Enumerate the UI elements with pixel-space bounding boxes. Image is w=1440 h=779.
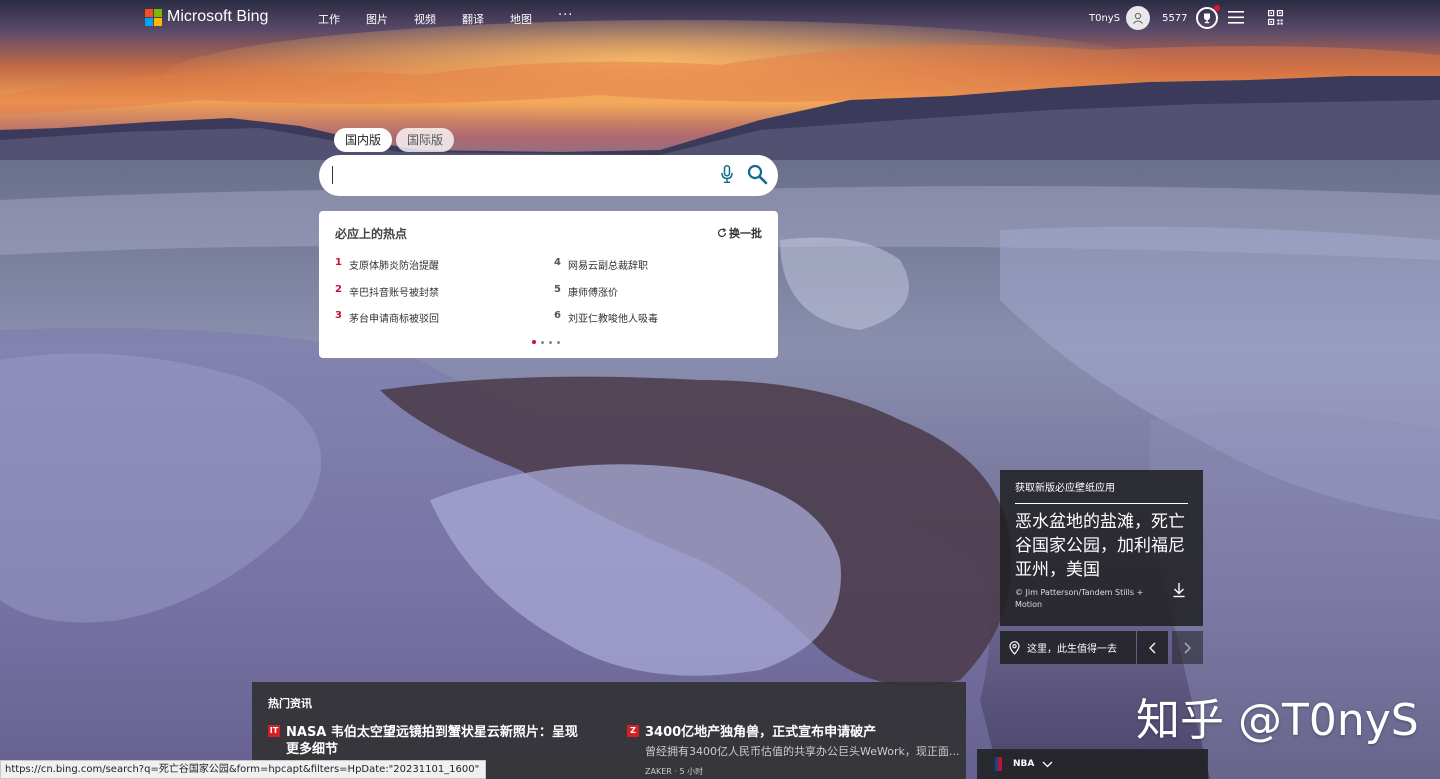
zhihu-watermark: 知乎 @T0nyS	[1136, 695, 1419, 746]
news-card[interactable]: IT NASA 韦伯太空望远镜拍到蟹状星云新照片：呈现更多细节	[268, 724, 588, 758]
chevron-left-icon	[1149, 642, 1156, 653]
search-icon[interactable]	[747, 164, 768, 185]
logo-square-yellow	[154, 17, 162, 26]
tab-domestic[interactable]: 国内版	[334, 128, 393, 152]
page-dot-1[interactable]	[532, 340, 536, 344]
top-nav: 工作 图片 视频 翻译 地图 ···	[318, 8, 573, 27]
hot-topic-text: 支原体肺炎防治提醒	[349, 261, 439, 272]
image-info-bar: 这里，此生值得一去	[1000, 631, 1203, 664]
location-pin-icon	[1009, 640, 1020, 655]
news-card[interactable]: Z 3400亿地产独角兽，正式宣布申请破产 曾经拥有3400亿人民币估值的共享办…	[627, 724, 960, 777]
hot-topic-rank: 1	[335, 257, 342, 268]
logo-square-red	[145, 8, 153, 17]
news-title: NASA 韦伯太空望远镜拍到蟹状星云新照片：呈现更多细节	[286, 725, 578, 757]
download-icon[interactable]	[1172, 582, 1186, 598]
refresh-label: 换一批	[729, 227, 762, 240]
rewards-points[interactable]: 5577	[1162, 13, 1187, 24]
status-bar-url: https://cn.bing.com/search?q=死亡谷国家公园&for…	[0, 760, 487, 779]
logo-square-green	[154, 8, 162, 17]
hot-topic-item[interactable]: 5 康师傅涨价	[554, 284, 618, 299]
sports-widget[interactable]: NBA	[977, 749, 1208, 779]
notification-dot	[1213, 5, 1220, 11]
hot-topics-pagination	[532, 340, 560, 344]
hot-topic-rank: 4	[554, 257, 561, 268]
microsoft-logo-icon	[145, 8, 162, 26]
user-icon	[1133, 12, 1143, 24]
hot-topic-item[interactable]: 4 网易云副总裁辞职	[554, 257, 648, 272]
nav-images[interactable]: 图片	[366, 11, 388, 27]
previous-image-button[interactable]	[1137, 631, 1168, 664]
news-title: 3400亿地产独角兽，正式宣布申请破产	[645, 725, 877, 740]
top-header: Microsoft Bing 工作 图片 视频 翻译 地图 ··· T0nyS …	[0, 0, 1440, 36]
page-dot-2[interactable]	[541, 340, 544, 344]
sports-label: NBA	[1013, 759, 1035, 769]
nav-translate[interactable]: 翻译	[462, 11, 484, 27]
nav-more-button[interactable]: ···	[558, 8, 573, 24]
logo-square-blue	[145, 17, 153, 26]
search-scope-tabs: 国内版 国际版	[334, 128, 455, 152]
search-box	[319, 155, 778, 196]
search-input[interactable]	[331, 161, 705, 191]
hot-topic-rank: 6	[554, 310, 561, 321]
hot-topic-item[interactable]: 1 支原体肺炎防治提醒	[335, 257, 439, 272]
avatar[interactable]	[1126, 6, 1151, 30]
hot-topic-text: 辛巴抖音账号被封禁	[349, 288, 439, 299]
wallpaper-app-link[interactable]: 获取新版必应壁纸应用	[1015, 479, 1115, 494]
refresh-icon	[717, 228, 727, 237]
user-area: T0nyS 5577	[1089, 5, 1220, 30]
bing-logo[interactable]: Microsoft Bing	[145, 8, 268, 26]
nav-videos[interactable]: 视频	[414, 11, 436, 27]
hot-topic-item[interactable]: 3 茅台申请商标被驳回	[335, 310, 439, 325]
nba-logo-icon	[995, 757, 1002, 771]
news-meta: ZAKER · 5 小时	[645, 767, 704, 776]
news-source-icon: IT	[268, 725, 280, 737]
hot-topics-title: 必应上的热点	[335, 227, 408, 241]
page-dot-3[interactable]	[549, 340, 552, 344]
news-heading: 热门资讯	[268, 697, 312, 710]
nav-maps[interactable]: 地图	[510, 11, 532, 27]
brand-name: Microsoft Bing	[167, 8, 269, 25]
location-label: 这里，此生值得一去	[1027, 644, 1117, 655]
background-image	[0, 0, 1440, 779]
image-credit: © Jim Patterson/Tandem Stills + Motion	[1015, 588, 1144, 609]
microphone-icon[interactable]	[721, 165, 733, 184]
divider	[1015, 503, 1188, 504]
hot-topic-item[interactable]: 2 辛巴抖音账号被封禁	[335, 284, 439, 299]
hot-topic-text: 康师傅涨价	[568, 288, 618, 299]
chevron-right-icon	[1184, 642, 1191, 653]
hamburger-menu-icon[interactable]	[1228, 11, 1244, 24]
user-name[interactable]: T0nyS	[1089, 13, 1120, 24]
hot-topics-panel: 必应上的热点 换一批 1 支原体肺炎防治提醒 2 辛巴抖音账号被封禁 3 茅台申…	[319, 211, 778, 358]
page-dot-4[interactable]	[557, 340, 560, 344]
image-info-card: 获取新版必应壁纸应用 恶水盆地的盐滩，死亡谷国家公园，加利福尼亚州，美国 © J…	[1000, 470, 1203, 626]
hot-topic-text: 茅台申请商标被驳回	[349, 314, 439, 325]
qr-code-icon[interactable]	[1268, 10, 1283, 25]
hot-topic-rank: 5	[554, 284, 561, 295]
nav-work[interactable]: 工作	[318, 11, 340, 27]
rewards-button[interactable]	[1195, 5, 1220, 29]
image-title[interactable]: 恶水盆地的盐滩，死亡谷国家公园，加利福尼亚州，美国	[1015, 510, 1190, 582]
text-caret	[332, 166, 333, 184]
refresh-topics-button[interactable]: 换一批	[717, 225, 762, 241]
next-image-button[interactable]	[1172, 631, 1203, 664]
hot-topic-item[interactable]: 6 刘亚仁教唆他人吸毒	[554, 310, 658, 325]
hot-topic-rank: 3	[335, 310, 342, 321]
news-source-icon: Z	[627, 725, 639, 737]
hot-topic-rank: 2	[335, 284, 342, 295]
hot-topic-text: 刘亚仁教唆他人吸毒	[568, 314, 658, 325]
hot-topic-text: 网易云副总裁辞职	[568, 261, 648, 272]
location-button[interactable]: 这里，此生值得一去	[1000, 631, 1136, 664]
trophy-icon	[1203, 13, 1210, 24]
news-snippet: 曾经拥有3400亿人民币估值的共享办公巨头WeWork，现正面...	[645, 745, 960, 758]
chevron-down-icon	[1042, 761, 1053, 767]
tab-international[interactable]: 国际版	[396, 128, 455, 152]
